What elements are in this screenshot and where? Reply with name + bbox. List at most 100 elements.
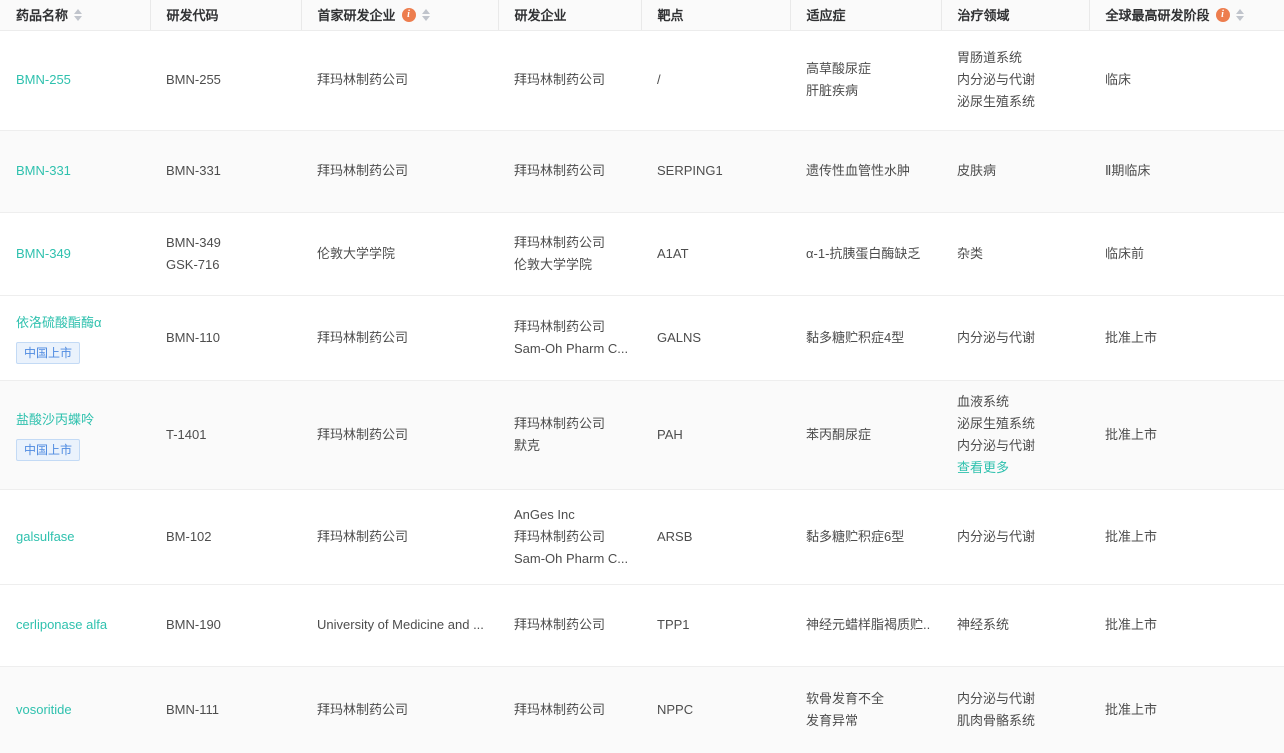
therapy-area: 血液系统泌尿生殖系统 内分泌与代谢查看更多 xyxy=(941,380,1089,490)
column-label: 治疗领域 xyxy=(957,8,1010,24)
target-line: A1AT xyxy=(657,245,689,261)
drug-name-link[interactable]: cerliponase alfa xyxy=(16,614,107,636)
rd-code: BMN-331 xyxy=(150,130,301,213)
therapy-area: 内分泌与代谢 肌肉骨骼系统 xyxy=(941,666,1089,753)
indication-line: 黏多糖贮积症6型 xyxy=(806,528,905,544)
drug-name-link[interactable]: BMN-331 xyxy=(16,160,71,182)
developer: 拜玛林制药公司 伦敦大学学院 xyxy=(498,212,641,296)
indication-line: 发育异常 xyxy=(806,713,859,728)
indication-line: 肝脏疾病 xyxy=(806,83,859,98)
therapy-area: 内分泌与代谢 xyxy=(941,295,1089,381)
global-highest-phase-line: 临床 xyxy=(1105,72,1132,87)
developer: 拜玛林制药公司 默克 xyxy=(498,380,641,490)
sort-icon[interactable] xyxy=(421,8,430,21)
developer: AnGes Inc 拜玛林制药公司 Sam-Oh Pharm C... xyxy=(498,489,641,585)
caret-down-icon xyxy=(74,15,83,21)
global-highest-phase: 临床 xyxy=(1089,30,1284,131)
target: GALNS xyxy=(641,295,790,381)
global-highest-phase: 批准上市 xyxy=(1089,380,1284,490)
drug-name-cell: 盐酸沙丙蝶呤 中国上市 xyxy=(0,380,150,490)
indication-line: 遗传性血管性水肿 xyxy=(806,163,911,178)
developer-line: 拜玛林制药公司 xyxy=(514,72,606,87)
column-header-indication: 适应症 xyxy=(789,0,941,31)
china-listed-badge: 中国上市 xyxy=(16,438,81,461)
therapy-area: 内分泌与代谢 xyxy=(941,489,1089,585)
first-developer: 拜玛林制药公司 xyxy=(301,130,498,213)
indication-line: 黏多糖贮积症4型 xyxy=(806,329,905,345)
global-highest-phase-line: Ⅱ期临床 xyxy=(1105,163,1151,178)
therapy-area-line: 内分泌与代谢 xyxy=(957,691,1036,706)
rd-code-line: BM-102 xyxy=(166,528,212,544)
therapy-area-line: 内分泌与代谢 xyxy=(957,437,1036,453)
table-row: vosoritide BMN-111 拜玛林制药公司 拜玛林制药公司 NPPC 软骨发育不… xyxy=(0,666,1284,753)
target-line: PAH xyxy=(657,426,683,442)
rd-code: BMN-255 xyxy=(150,30,301,131)
sort-icon[interactable] xyxy=(74,8,83,21)
indication: 遗传性血管性水肿 xyxy=(790,130,941,213)
info-icon[interactable]: i xyxy=(1215,7,1230,22)
global-highest-phase-line: 批准上市 xyxy=(1105,702,1158,717)
developer-line: Sam-Oh Pharm C... xyxy=(514,550,629,566)
column-label: 药品名称 xyxy=(16,8,69,24)
table-row: BMN-331 BMN-331 拜玛林制药公司 拜玛林制药公司 SERPING1 遗传性血… xyxy=(0,130,1284,213)
developer-line: 拜玛林制药公司 xyxy=(514,163,606,178)
developer-line: 拜玛林制药公司 xyxy=(514,528,606,544)
column-label: 靶点 xyxy=(657,8,684,24)
drug-pipeline-table: 药品名称 研发代码 首家研发企业 i 研发企业 靶点 适应症 治疗领域 全球最高研发阶段 i BM… xyxy=(0,0,1284,753)
indication: 神经元蜡样脂褐质贮... xyxy=(790,584,941,667)
indication: 苯丙酮尿症 xyxy=(790,380,941,490)
target: SERPING1 xyxy=(641,130,790,213)
global-highest-phase-line: 批准上市 xyxy=(1105,329,1158,345)
therapy-area-line: 内分泌与代谢 xyxy=(957,528,1036,544)
therapy-area-line: 血液系统 xyxy=(957,393,1010,409)
column-header-first-developer[interactable]: 首家研发企业 i xyxy=(300,0,498,31)
first-developer: 拜玛林制药公司 xyxy=(301,30,498,131)
drug-name-link[interactable]: BMN-255 xyxy=(16,69,71,91)
drug-name-cell: 依洛硫酸酯酶α 中国上市 xyxy=(0,295,150,381)
developer: 拜玛林制药公司 Sam-Oh Pharm C... xyxy=(498,295,641,381)
rd-code: BM-102 xyxy=(150,489,301,585)
indication: 软骨发育不全 发育异常 xyxy=(790,666,941,753)
therapy-area-line: 泌尿生殖系统 xyxy=(957,415,1036,431)
target: PAH xyxy=(641,380,790,490)
sort-icon[interactable] xyxy=(1235,8,1244,21)
table-row: 依洛硫酸酯酶α 中国上市 BMN-110 拜玛林制药公司 拜玛林制药公司 Sam-Oh P… xyxy=(0,295,1284,381)
column-header-drug-name[interactable]: 药品名称 xyxy=(0,0,150,31)
developer-line: 拜玛林制药公司 xyxy=(514,617,606,632)
developer: 拜玛林制药公司 xyxy=(498,130,641,213)
info-icon[interactable]: i xyxy=(401,7,416,22)
view-more-link[interactable]: 查看更多 xyxy=(957,457,1079,479)
rd-code-line: BMN-110 xyxy=(166,329,220,345)
drug-name-link[interactable]: 依洛硫酸酯酶α xyxy=(16,312,102,334)
developer-line: 默克 xyxy=(514,437,541,453)
first-developer: 拜玛林制药公司 xyxy=(301,489,498,585)
rd-code-line: BMN-111 xyxy=(166,702,219,717)
global-highest-phase: 临床前 xyxy=(1089,212,1284,296)
drug-name-link[interactable]: BMN-349 xyxy=(16,243,71,265)
therapy-area-line: 内分泌与代谢 xyxy=(957,329,1036,345)
global-highest-phase-line: 批准上市 xyxy=(1105,528,1158,544)
indication-line: 苯丙酮尿症 xyxy=(806,426,872,442)
developer-line: AnGes Inc xyxy=(514,506,575,522)
global-highest-phase: Ⅱ期临床 xyxy=(1089,130,1284,213)
developer-line: Sam-Oh Pharm C... xyxy=(514,340,629,356)
therapy-area-line: 肌肉骨骼系统 xyxy=(957,713,1036,728)
drug-name-cell: vosoritide xyxy=(0,666,150,753)
drug-name-link[interactable]: vosoritide xyxy=(16,699,72,721)
therapy-area-line: 神经系统 xyxy=(957,617,1010,632)
table-row: BMN-255 BMN-255 拜玛林制药公司 拜玛林制药公司 / 高草酸尿症 肝脏疾病 胃肠… xyxy=(0,30,1284,131)
table-row: 盐酸沙丙蝶呤 中国上市 T-1401 拜玛林制药公司 拜玛林制药公司 默克 PAH 苯丙酮尿症… xyxy=(0,380,1284,490)
rd-code-line: BMN-190 xyxy=(166,617,221,632)
first-developer: 拜玛林制药公司 xyxy=(301,380,498,490)
therapy-area: 胃肠道系统 内分泌与代谢 泌尿生殖系统 xyxy=(941,30,1089,131)
drug-name-link[interactable]: galsulfase xyxy=(16,526,75,548)
drug-name-link[interactable]: 盐酸沙丙蝶呤 xyxy=(16,409,94,431)
therapy-area-line: 胃肠道系统 xyxy=(957,50,1023,65)
target-line: TPP1 xyxy=(657,617,690,632)
column-header-global-highest-phase[interactable]: 全球最高研发阶段 i xyxy=(1088,0,1284,31)
column-label: 首家研发企业 xyxy=(317,8,396,24)
indication-line: 高草酸尿症 xyxy=(806,61,872,76)
column-label: 全球最高研发阶段 xyxy=(1105,8,1210,24)
global-highest-phase-line: 批准上市 xyxy=(1105,426,1158,442)
rd-code-line: GSK-716 xyxy=(166,256,220,272)
